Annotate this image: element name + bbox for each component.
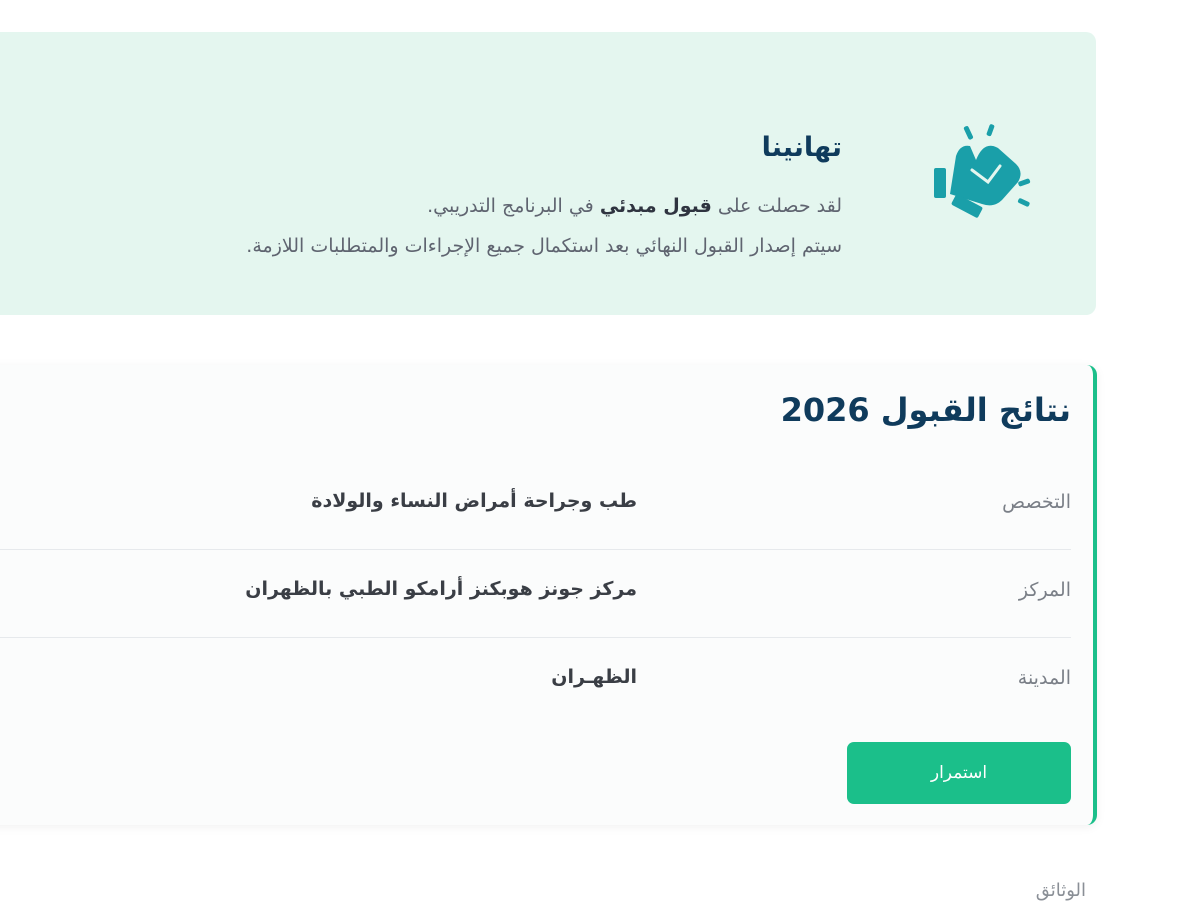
congrats-acceptance-type: قبول مبدئي (599, 195, 712, 217)
congrats-title: تهانينا (761, 132, 842, 163)
specialty-value: طب وجراحة أمراض النساء والولادة (311, 490, 637, 512)
documents-section-label: الوثائق (1035, 880, 1086, 901)
admission-results-card: نتائج القبول 2026 التخصص طب وجراحة أمراض… (0, 365, 1097, 825)
congrats-message-text-end: في البرنامج التدريبي. (427, 195, 600, 217)
congrats-message-line2: سيتم إصدار القبول النهائي بعد استكمال جم… (246, 235, 842, 257)
congrats-message-line1: لقد حصلت على قبول مبدئي في البرنامج التد… (427, 195, 842, 217)
continue-button[interactable]: استمرار (847, 742, 1071, 804)
page: تهانينا لقد حصلت على قبول مبدئي في البرن… (0, 0, 1200, 904)
specialty-label: التخصص (1002, 491, 1071, 513)
center-label: المركز (1018, 579, 1071, 601)
result-row-city: المدينة الظهـران (0, 637, 1071, 725)
result-row-center: المركز مركز جونز هوبكنز أرامكو الطبي بال… (0, 549, 1071, 638)
congrats-banner: تهانينا لقد حصلت على قبول مبدئي في البرن… (0, 32, 1096, 315)
city-label: المدينة (1017, 667, 1071, 689)
clapping-hands-icon (934, 124, 1031, 218)
congrats-message-text: لقد حصلت على (711, 195, 842, 217)
center-value: مركز جونز هوبكنز أرامكو الطبي بالظهران (245, 578, 637, 600)
city-value: الظهـران (551, 666, 637, 688)
result-row-specialty: التخصص طب وجراحة أمراض النساء والولادة (0, 461, 1071, 550)
results-title: نتائج القبول 2026 (780, 391, 1071, 429)
